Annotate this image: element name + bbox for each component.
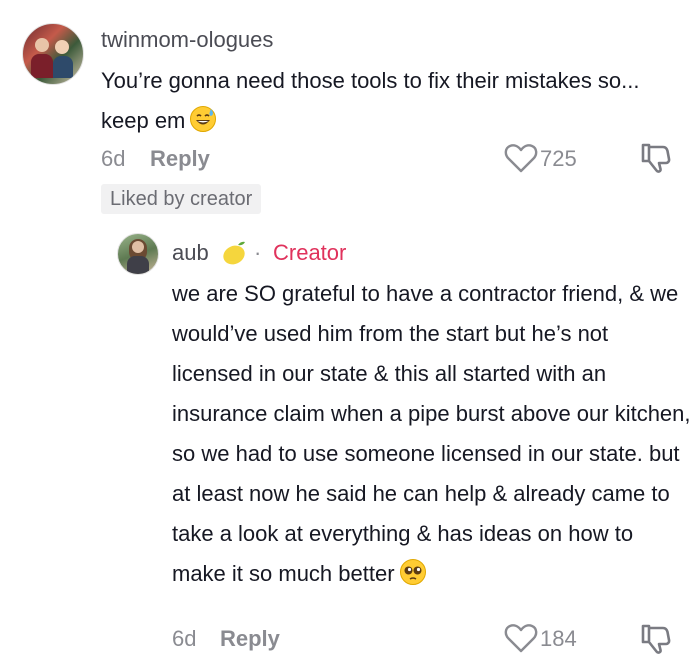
reply-text: we are SO grateful to have a contractor … xyxy=(172,274,692,594)
avatar-photo-face xyxy=(55,40,69,54)
avatar[interactable] xyxy=(22,23,84,85)
creator-label: Creator xyxy=(273,240,347,265)
avatar[interactable] xyxy=(117,233,159,275)
pleading-face-emoji-icon xyxy=(399,559,426,585)
heart-icon[interactable] xyxy=(504,142,538,174)
reply-age: 6d xyxy=(172,626,197,651)
avatar-photo-figure xyxy=(127,256,149,274)
reply-username[interactable]: aub xyxy=(172,240,209,266)
lemon-emoji-icon xyxy=(223,241,245,265)
comment-age: 6d xyxy=(101,146,126,171)
like-count: 725 xyxy=(540,146,577,171)
avatar-photo-face xyxy=(132,241,144,253)
comment-text-body: You’re gonna need those tools to fix the… xyxy=(101,68,640,133)
avatar-photo-face xyxy=(35,38,49,52)
heart-icon[interactable] xyxy=(504,622,538,654)
dislike-icon[interactable] xyxy=(639,141,673,175)
comment-username[interactable]: twinmom-ologues xyxy=(101,27,273,53)
avatar-photo-figure xyxy=(53,56,73,78)
avatar-photo-figure xyxy=(31,54,53,78)
reply-button[interactable]: Reply xyxy=(150,146,210,172)
like-count: 184 xyxy=(540,626,577,651)
sweat-smile-emoji-icon xyxy=(190,106,217,132)
separator-dot: · xyxy=(254,240,262,265)
dislike-icon[interactable] xyxy=(639,622,673,656)
comment-text: You’re gonna need those tools to fix the… xyxy=(101,61,691,141)
liked-by-creator-badge: Liked by creator xyxy=(101,184,262,214)
reply-text-body: we are SO grateful to have a contractor … xyxy=(172,281,691,586)
reply-button[interactable]: Reply xyxy=(220,626,280,652)
